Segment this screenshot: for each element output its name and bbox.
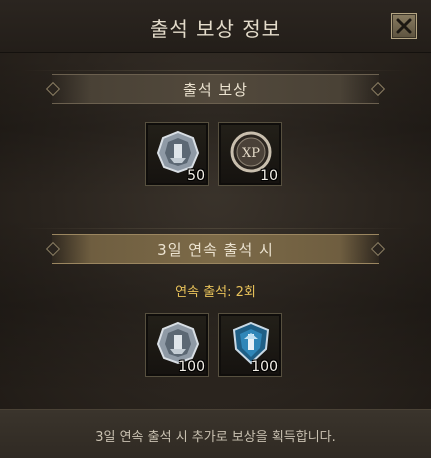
footer-bar: 3일 연속 출석 시 추가로 보상을 획득합니다. xyxy=(0,409,431,458)
reward-quantity: 10 xyxy=(260,168,278,184)
daily-reward-banner: 출석 보상 xyxy=(45,74,386,104)
reward-slot-xp[interactable]: XP 10 xyxy=(218,122,282,186)
streak-reward-banner: 3일 연속 출석 시 xyxy=(45,234,386,264)
section-divider xyxy=(20,228,411,229)
svg-text:XP: XP xyxy=(242,146,260,161)
reward-slot-silver-medal[interactable]: 50 xyxy=(145,122,209,186)
daily-reward-header: 출석 보상 xyxy=(183,81,248,99)
reward-quantity: 100 xyxy=(178,359,205,375)
footer-note: 3일 연속 출석 시 추가로 보상을 획득합니다. xyxy=(95,430,336,445)
streak-reward-header: 3일 연속 출석 시 xyxy=(157,241,274,259)
streak-count-text: 연속 출석: 2회 xyxy=(175,285,256,300)
reward-slot-silver-medal[interactable]: 100 xyxy=(145,313,209,377)
close-button[interactable] xyxy=(391,13,417,39)
section-divider xyxy=(20,70,411,71)
title-bar: 출석 보상 정보 xyxy=(0,0,431,53)
reward-slot-blue-emblem[interactable]: 100 xyxy=(218,313,282,377)
attendance-reward-panel: 출석 보상 정보 출석 보상 50 XP 10 3일 연속 출석 시 연속 출석… xyxy=(0,0,431,458)
close-x-icon xyxy=(396,18,412,34)
reward-quantity: 50 xyxy=(187,168,205,184)
reward-quantity: 100 xyxy=(251,359,278,375)
window-title: 출석 보상 정보 xyxy=(149,17,282,41)
